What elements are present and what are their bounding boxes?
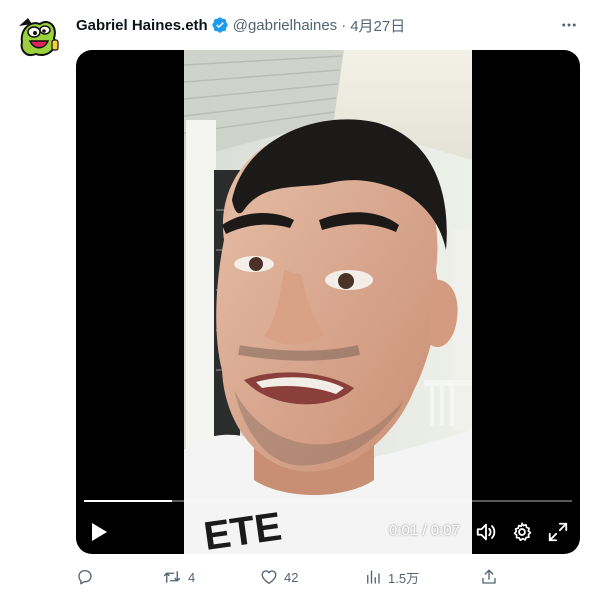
cartoon-pickle-avatar-icon — [14, 12, 64, 62]
like-count: 42 — [284, 569, 299, 585]
view-count: 1.5万 — [388, 570, 420, 586]
volume-icon — [476, 523, 496, 541]
video-player[interactable]: ETE 0:01 / 0:07 — [76, 50, 580, 554]
author-display-name[interactable]: Gabriel Haines.eth — [76, 17, 208, 34]
fullscreen-button[interactable] — [545, 519, 571, 545]
more-options-button[interactable] — [558, 14, 580, 36]
author-handle[interactable]: @gabrielhaines — [233, 17, 337, 34]
video-frame: ETE — [184, 50, 472, 554]
share-button[interactable] — [480, 566, 498, 588]
expand-icon — [548, 522, 568, 542]
tweet-action-bar: 4 42 1.5万 — [76, 566, 506, 588]
video-progress-fill — [84, 500, 172, 502]
views-button[interactable]: 1.5万 — [364, 566, 419, 588]
verified-badge-icon — [211, 16, 229, 34]
header-separator: · — [341, 16, 347, 34]
settings-button[interactable] — [509, 519, 535, 545]
like-button[interactable]: 42 — [260, 566, 298, 588]
share-icon — [482, 569, 496, 584]
retweet-icon — [163, 571, 181, 583]
play-icon — [92, 523, 107, 541]
video-time-separator: / — [418, 522, 431, 539]
video-current-time: 0:01 — [389, 522, 419, 539]
tweet-date[interactable]: 4月27日 — [350, 15, 405, 36]
video-progress-bar[interactable] — [84, 500, 572, 502]
heart-icon — [261, 570, 277, 585]
tweet-header: Gabriel Haines.eth @gabrielhaines · 4月27… — [76, 14, 405, 36]
reply-icon — [78, 569, 92, 585]
retweet-button[interactable]: 4 — [162, 566, 195, 588]
video-still-image: ETE — [184, 50, 472, 554]
video-duration: 0:07 — [430, 522, 460, 539]
video-time-display: 0:01 / 0:07 — [389, 522, 460, 539]
reply-button[interactable] — [76, 566, 100, 588]
gear-icon — [513, 522, 532, 542]
bar-chart-icon — [367, 570, 380, 584]
retweet-count: 4 — [188, 569, 196, 585]
more-horizontal-icon — [562, 23, 576, 27]
avatar[interactable] — [14, 12, 64, 62]
tweet: Gabriel Haines.eth @gabrielhaines · 4月27… — [0, 0, 600, 611]
volume-button[interactable] — [473, 519, 499, 545]
play-button[interactable] — [86, 519, 112, 545]
